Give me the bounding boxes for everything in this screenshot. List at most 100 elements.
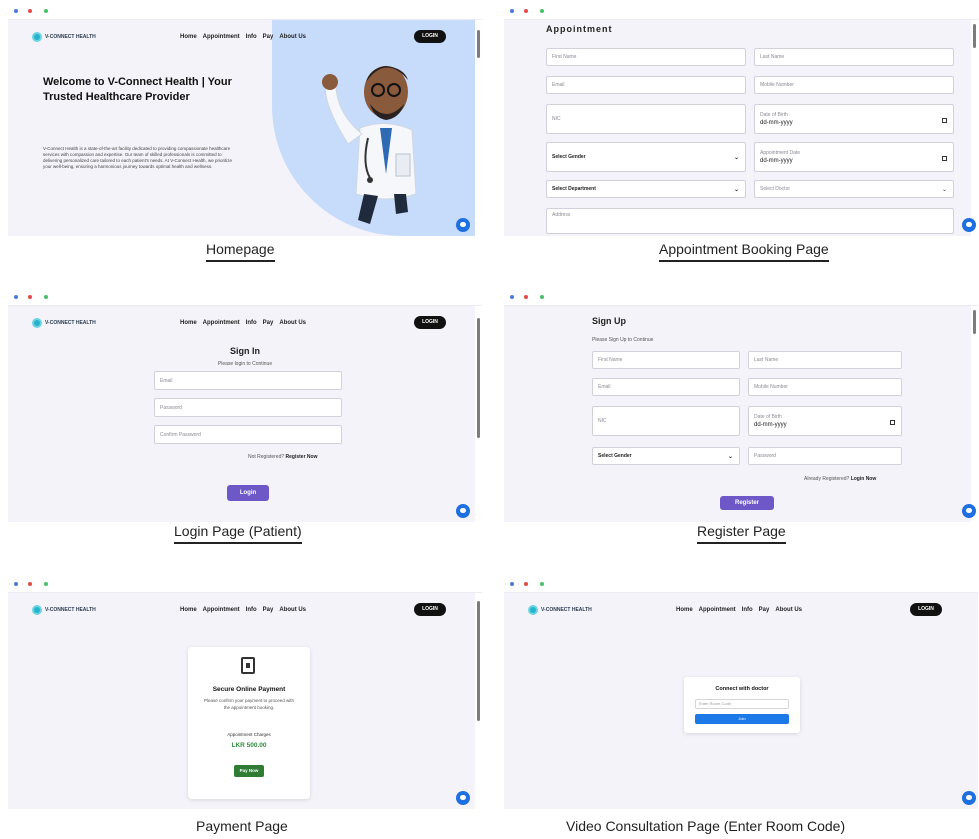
pay-now-button[interactable]: Pay Now <box>234 765 264 777</box>
appointment-date-field[interactable]: Appointment Date dd-mm-yyyy <box>754 142 954 172</box>
last-name-field[interactable]: Last Name <box>748 351 902 369</box>
bookmark-item[interactable] <box>510 9 544 13</box>
scrollbar[interactable] <box>475 593 482 809</box>
nav-link-appointment[interactable]: Appointment <box>203 34 240 40</box>
password-field[interactable]: Password <box>748 447 902 465</box>
caption-login: Login Page (Patient) <box>174 523 302 544</box>
nav-link-home[interactable]: Home <box>180 34 197 40</box>
nav-links: Home Appointment Info Pay About Us <box>180 607 306 613</box>
dob-value: dd-mm-yyyy <box>760 120 793 126</box>
bookmarks-bar <box>504 290 978 306</box>
bookmarks-bar <box>504 4 978 20</box>
gender-select[interactable]: Select Gender ⌄ <box>546 142 746 172</box>
nav-link-appointment[interactable]: Appointment <box>699 607 736 613</box>
password-field[interactable]: Password <box>154 398 342 417</box>
nav-link-info[interactable]: Info <box>246 607 257 613</box>
calendar-icon[interactable] <box>942 118 947 123</box>
scrollbar[interactable] <box>475 20 482 236</box>
homepage-screenshot: V-CONNECT HEALTH Home Appointment Info P… <box>8 4 482 236</box>
department-select[interactable]: Select Department ⌄ <box>546 180 746 198</box>
nav-link-appointment[interactable]: Appointment <box>203 607 240 613</box>
nav-link-about[interactable]: About Us <box>279 34 306 40</box>
register-prompt: Not Registered? Register Now <box>248 454 317 460</box>
login-button[interactable]: LOGIN <box>414 603 446 616</box>
scrollbar[interactable] <box>971 306 978 522</box>
nav-link-pay[interactable]: Pay <box>263 34 274 40</box>
join-button[interactable]: Join <box>695 714 789 724</box>
room-code-card: Connect with doctor Enter Room Code Join <box>684 677 800 733</box>
scrollbar[interactable] <box>475 306 482 522</box>
nav-links: Home Appointment Info Pay About Us <box>676 607 802 613</box>
login-button[interactable]: LOGIN <box>414 30 446 43</box>
room-code-title: Connect with doctor <box>715 686 769 692</box>
register-screenshot: Sign Up Please Sign Up to Continue First… <box>504 290 978 522</box>
site-logo[interactable]: V-CONNECT HEALTH <box>32 318 96 328</box>
nav-link-about[interactable]: About Us <box>279 607 306 613</box>
nav-link-info[interactable]: Info <box>246 320 257 326</box>
caption-video: Video Consultation Page (Enter Room Code… <box>566 818 846 834</box>
chat-icon[interactable] <box>456 218 470 232</box>
room-code-input[interactable]: Enter Room Code <box>695 699 789 709</box>
gender-select[interactable]: Select Gender ⌄ <box>592 447 740 465</box>
logo-icon <box>32 32 42 42</box>
login-now-link[interactable]: Login Now <box>851 476 877 482</box>
scrollbar-thumb[interactable] <box>973 310 976 334</box>
nav-link-info[interactable]: Info <box>742 607 753 613</box>
bookmark-item[interactable] <box>14 295 48 299</box>
site-logo[interactable]: V-CONNECT HEALTH <box>32 605 96 615</box>
bookmark-item[interactable] <box>14 582 48 586</box>
chat-icon[interactable] <box>962 504 976 518</box>
calendar-icon[interactable] <box>890 420 895 425</box>
confirm-password-field[interactable]: Confirm Password <box>154 425 342 444</box>
last-name-field[interactable]: Last Name <box>754 48 954 66</box>
scrollbar-thumb[interactable] <box>477 601 480 721</box>
first-name-field[interactable]: First Name <box>546 48 746 66</box>
calendar-icon[interactable] <box>942 156 947 161</box>
scrollbar-thumb[interactable] <box>477 318 480 438</box>
chat-icon[interactable] <box>962 218 976 232</box>
nav-link-about[interactable]: About Us <box>279 320 306 326</box>
chat-icon[interactable] <box>962 791 976 805</box>
scrollbar-thumb[interactable] <box>973 24 976 48</box>
nav-link-home[interactable]: Home <box>180 607 197 613</box>
mobile-field[interactable]: Mobile Number <box>754 76 954 94</box>
email-field[interactable]: Email <box>592 378 740 396</box>
navbar: V-CONNECT HEALTH Home Appointment Info P… <box>504 599 968 619</box>
nav-link-home[interactable]: Home <box>180 320 197 326</box>
email-field[interactable]: Email <box>154 371 342 390</box>
bookmarks-bar <box>504 577 978 593</box>
nav-link-home[interactable]: Home <box>676 607 693 613</box>
nic-field[interactable]: NIC <box>546 104 746 134</box>
bookmark-item[interactable] <box>510 582 544 586</box>
nav-link-appointment[interactable]: Appointment <box>203 320 240 326</box>
nav-link-pay[interactable]: Pay <box>263 320 274 326</box>
dob-label: Date of Birth <box>760 112 788 118</box>
doctor-select[interactable]: Select Doctor ⌄ <box>754 180 954 198</box>
site-logo[interactable]: V-CONNECT HEALTH <box>32 32 96 42</box>
mobile-field[interactable]: Mobile Number <box>748 378 902 396</box>
bookmark-item[interactable] <box>14 9 48 13</box>
login-button[interactable]: LOGIN <box>414 316 446 329</box>
dob-field[interactable]: Date of Birth dd-mm-yyyy <box>748 406 902 436</box>
caption-appointment: Appointment Booking Page <box>659 241 829 262</box>
register-submit-button[interactable]: Register <box>720 496 774 510</box>
login-button[interactable]: LOGIN <box>910 603 942 616</box>
nic-field[interactable]: NIC <box>592 406 740 436</box>
register-now-link[interactable]: Register Now <box>286 454 318 460</box>
login-submit-button[interactable]: Login <box>227 485 269 501</box>
scrollbar[interactable] <box>971 20 978 236</box>
nav-link-pay[interactable]: Pay <box>263 607 274 613</box>
dob-field[interactable]: Date of Birth dd-mm-yyyy <box>754 104 954 134</box>
chat-icon[interactable] <box>456 791 470 805</box>
address-field[interactable]: Address <box>546 208 954 234</box>
chat-icon[interactable] <box>456 504 470 518</box>
first-name-field[interactable]: First Name <box>592 351 740 369</box>
scrollbar-thumb[interactable] <box>477 30 480 58</box>
nav-link-pay[interactable]: Pay <box>759 607 770 613</box>
nav-link-info[interactable]: Info <box>246 34 257 40</box>
bookmark-item[interactable] <box>510 295 544 299</box>
email-field[interactable]: Email <box>546 76 746 94</box>
chevron-down-icon: ⌄ <box>733 154 739 161</box>
site-logo[interactable]: V-CONNECT HEALTH <box>528 605 592 615</box>
nav-link-about[interactable]: About Us <box>775 607 802 613</box>
